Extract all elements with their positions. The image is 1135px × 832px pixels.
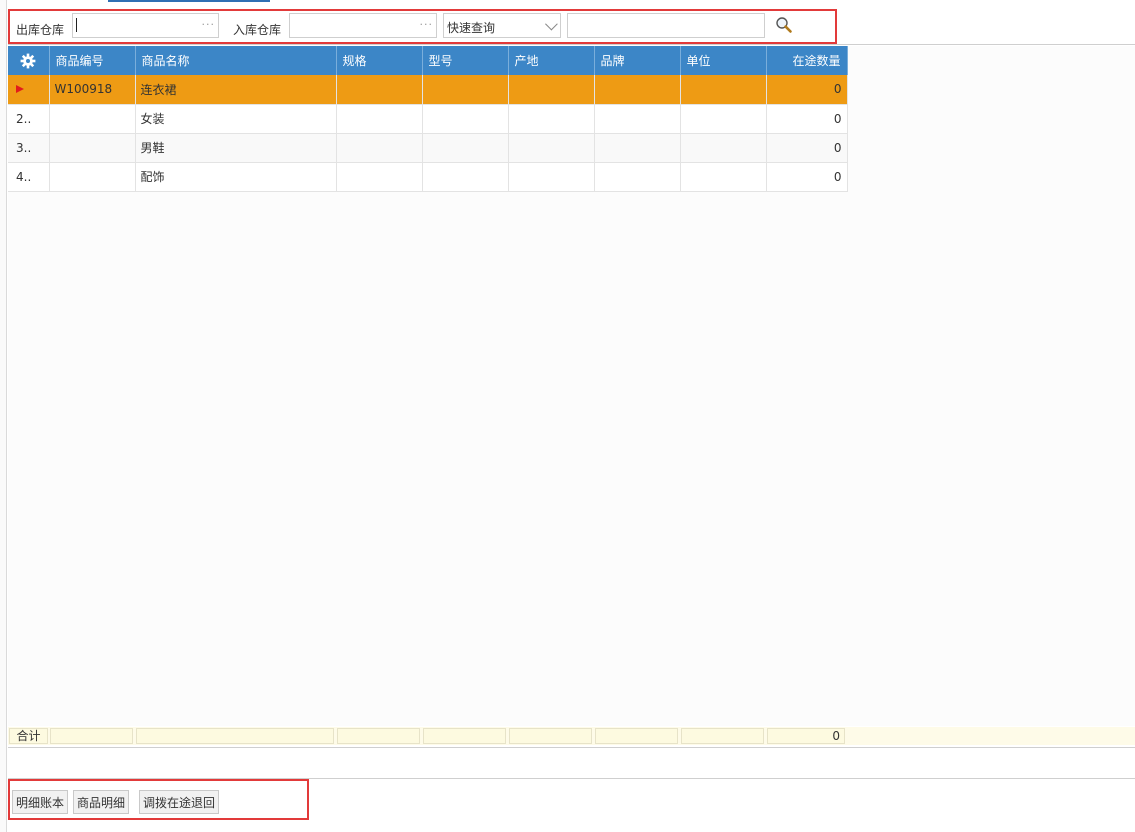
cell-model[interactable] [422, 104, 509, 134]
totals-cell [337, 728, 420, 744]
separator [8, 44, 1135, 45]
row-number[interactable]: 2.. [8, 104, 50, 134]
cell-in-transit-qty[interactable]: 0 [766, 162, 848, 192]
cell-unit[interactable] [680, 162, 767, 192]
cell-in-transit-qty[interactable]: 0 [766, 133, 848, 163]
cell-origin[interactable] [508, 133, 595, 163]
cell-code[interactable]: W100918 [49, 75, 136, 105]
search-icon[interactable] [775, 16, 793, 34]
text-cursor [76, 18, 77, 32]
totals-cell [681, 728, 764, 744]
chevron-down-icon [545, 17, 558, 31]
quick-query-select[interactable]: 快速查询 [443, 13, 561, 38]
cell-spec[interactable] [336, 75, 423, 105]
cell-in-transit-qty[interactable]: 0 [766, 75, 848, 105]
separator [8, 747, 1135, 748]
totals-cell [50, 728, 133, 744]
cell-code[interactable] [49, 133, 136, 163]
product-detail-button[interactable]: 商品明细 [73, 790, 130, 814]
table-row[interactable]: W100918 连衣裙 0 [8, 75, 848, 105]
transfer-return-button[interactable]: 调拨在途退回 [139, 790, 220, 814]
cell-brand[interactable] [594, 104, 681, 134]
column-header-brand[interactable]: 品牌 [594, 46, 681, 75]
cell-name[interactable]: 配饰 [135, 162, 337, 192]
cell-code[interactable] [49, 162, 136, 192]
cell-unit[interactable] [680, 104, 767, 134]
cell-unit[interactable] [680, 75, 767, 105]
row-indicator[interactable] [8, 75, 50, 105]
inbound-warehouse-label: 入库仓库 [233, 23, 282, 37]
action-button-bar: 明细账本 商品明细 调拨在途退回 [8, 779, 309, 820]
totals-label: 合计 [9, 728, 48, 744]
table-row[interactable]: 3.. 男鞋 0 [8, 133, 848, 163]
cell-model[interactable] [422, 75, 509, 105]
gear-icon [20, 53, 36, 68]
cell-in-transit-qty[interactable]: 0 [766, 104, 848, 134]
row-number[interactable]: 3.. [8, 133, 50, 163]
column-header-spec[interactable]: 规格 [336, 46, 423, 75]
cell-brand[interactable] [594, 162, 681, 192]
row-pointer-icon [16, 85, 24, 94]
grid-header-row: 商品编号 商品名称 规格 型号 产地 品牌 单位 在途数量 [8, 46, 848, 75]
cell-brand[interactable] [594, 75, 681, 105]
totals-cell [136, 728, 334, 744]
row-number[interactable]: 4.. [8, 162, 50, 192]
cell-spec[interactable] [336, 104, 423, 134]
active-tab-indicator [108, 0, 270, 2]
filter-bar: 出库仓库 ··· 入库仓库 ··· 快速查询 [8, 9, 837, 44]
column-header-origin[interactable]: 产地 [508, 46, 595, 75]
grid-table: 商品编号 商品名称 规格 型号 产地 品牌 单位 在途数量 W100918 连衣… [8, 46, 848, 192]
totals-cell [423, 728, 506, 744]
cell-name[interactable]: 女装 [135, 104, 337, 134]
outbound-warehouse-label: 出库仓库 [16, 23, 65, 37]
totals-cell [509, 728, 592, 744]
cell-model[interactable] [422, 133, 509, 163]
cell-origin[interactable] [508, 162, 595, 192]
outbound-warehouse-input[interactable]: ··· [72, 13, 219, 38]
cell-spec[interactable] [336, 133, 423, 163]
totals-row: 合计 0 [8, 727, 1135, 745]
cell-unit[interactable] [680, 133, 767, 163]
cell-model[interactable] [422, 162, 509, 192]
search-input[interactable] [567, 13, 765, 38]
inbound-browse-button[interactable]: ··· [420, 18, 434, 31]
cell-name[interactable]: 连衣裙 [135, 75, 337, 105]
column-header-unit[interactable]: 单位 [680, 46, 767, 75]
table-row[interactable]: 4.. 配饰 0 [8, 162, 848, 192]
column-settings-button[interactable] [8, 46, 50, 75]
table-row[interactable]: 2.. 女装 0 [8, 104, 848, 134]
cell-code[interactable] [49, 104, 136, 134]
column-header-model[interactable]: 型号 [422, 46, 509, 75]
column-header-code[interactable]: 商品编号 [49, 46, 136, 75]
outbound-browse-button[interactable]: ··· [202, 18, 216, 31]
data-grid: 商品编号 商品名称 规格 型号 产地 品牌 单位 在途数量 W100918 连衣… [8, 46, 1135, 726]
totals-cell [595, 728, 678, 744]
cell-name[interactable]: 男鞋 [135, 133, 337, 163]
cell-origin[interactable] [508, 104, 595, 134]
totals-in-transit-qty: 0 [767, 728, 845, 744]
cell-origin[interactable] [508, 75, 595, 105]
quick-query-value: 快速查询 [447, 21, 496, 35]
column-header-name[interactable]: 商品名称 [135, 46, 337, 75]
cell-brand[interactable] [594, 133, 681, 163]
inbound-warehouse-input[interactable]: ··· [289, 13, 437, 38]
left-panel-edge [0, 0, 7, 832]
column-header-in-transit-qty[interactable]: 在途数量 [766, 46, 848, 75]
cell-spec[interactable] [336, 162, 423, 192]
detail-ledger-button[interactable]: 明细账本 [12, 790, 69, 814]
